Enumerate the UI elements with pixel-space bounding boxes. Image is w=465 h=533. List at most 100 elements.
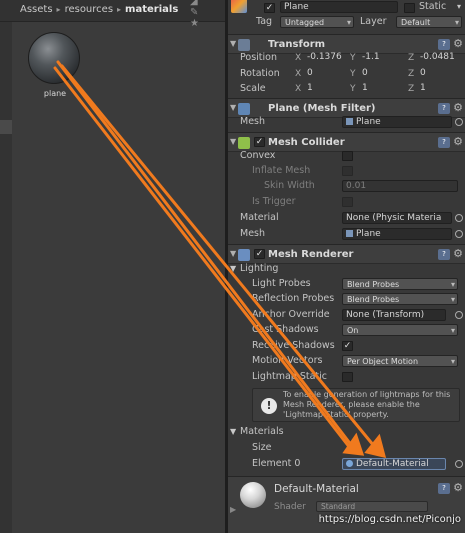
foldout-arrow-icon[interactable]: ▼: [230, 137, 236, 146]
info-icon: !: [261, 398, 277, 414]
z-axis-label: Z: [408, 69, 415, 79]
foldout-arrow-icon[interactable]: ▼: [230, 424, 236, 440]
rotation-y-field[interactable]: 0: [359, 68, 401, 80]
anchor-override-field[interactable]: None (Transform): [342, 309, 446, 321]
lightmap-static-row: Lightmap Static: [228, 369, 465, 385]
lightmap-info-text: To enable generation of lightmaps for th…: [283, 390, 451, 419]
help-book-icon[interactable]: ?: [438, 39, 450, 50]
object-name-field[interactable]: Plane: [280, 1, 398, 13]
position-y-field[interactable]: -1.1: [359, 52, 401, 64]
position-z-field[interactable]: -0.0481: [417, 52, 463, 64]
anchor-override-row: Anchor Override None (Transform): [228, 307, 465, 323]
foldout-arrow-icon[interactable]: ▶: [230, 505, 236, 514]
help-book-icon[interactable]: ?: [438, 103, 450, 114]
object-picker-icon[interactable]: [455, 460, 463, 468]
rotation-x-field[interactable]: 0: [304, 68, 346, 80]
foldout-arrow-icon[interactable]: ▼: [230, 103, 236, 112]
cast-shadows-dropdown[interactable]: On: [342, 324, 458, 336]
light-probes-row: Light Probes Blend Probes: [228, 276, 465, 292]
collider-material-row: Material None (Physic Materia: [228, 210, 465, 226]
z-axis-label: Z: [408, 53, 415, 63]
folder-tree-selection[interactable]: [0, 120, 12, 134]
collider-mesh-field[interactable]: Plane: [342, 228, 452, 240]
chevron-down-icon[interactable]: ▾: [457, 0, 461, 15]
position-label: Position: [240, 52, 277, 63]
breadcrumb: Assets ▸ resources ▸ materials: [20, 4, 178, 15]
gear-icon[interactable]: ⚙: [453, 247, 463, 260]
light-probes-label: Light Probes: [252, 278, 311, 289]
mesh-icon: [346, 230, 353, 237]
rotation-z-field[interactable]: 0: [417, 68, 463, 80]
inflate-mesh-label: Inflate Mesh: [252, 165, 311, 176]
motion-vectors-label: Motion Vectors: [252, 355, 323, 366]
inflate-mesh-row: Inflate Mesh: [228, 163, 465, 179]
help-book-icon[interactable]: ?: [438, 249, 450, 260]
shader-dropdown[interactable]: Standard: [316, 501, 428, 512]
light-probes-dropdown[interactable]: Blend Probes: [342, 278, 458, 290]
asset-label: plane: [43, 89, 67, 98]
is-trigger-row: Is Trigger: [228, 194, 465, 210]
layer-dropdown[interactable]: Default: [396, 16, 462, 28]
materials-foldout-row[interactable]: ▼ Materials: [228, 424, 465, 440]
object-picker-icon[interactable]: [455, 230, 463, 238]
position-x-field[interactable]: -0.1376: [304, 52, 346, 64]
receive-shadows-label: Receive Shadows: [252, 340, 335, 351]
active-checkbox[interactable]: ✓: [264, 3, 275, 13]
foldout-arrow-icon[interactable]: ▼: [230, 249, 236, 258]
mesh-renderer-icon: [238, 249, 250, 261]
inflate-mesh-checkbox: [342, 166, 353, 176]
gear-icon[interactable]: ⚙: [453, 37, 463, 50]
breadcrumb-materials[interactable]: materials: [125, 4, 178, 15]
breadcrumb-assets[interactable]: Assets: [20, 4, 53, 15]
layer-label: Layer: [360, 16, 387, 27]
lightmap-static-checkbox[interactable]: [342, 372, 353, 382]
gameobject-cube-icon: [231, 0, 247, 13]
scale-x-field[interactable]: 1: [304, 83, 346, 95]
mesh-collider-title: Mesh Collider: [268, 137, 345, 148]
breadcrumb-resources[interactable]: resources: [65, 4, 113, 15]
scale-y-field[interactable]: 1: [359, 83, 401, 95]
gear-icon[interactable]: ⚙: [453, 101, 463, 114]
foldout-arrow-icon[interactable]: ▼: [230, 39, 236, 48]
motion-vectors-dropdown[interactable]: Per Object Motion: [342, 355, 458, 367]
element0-material-field[interactable]: Default-Material: [342, 458, 446, 470]
gear-icon[interactable]: ⚙: [453, 481, 463, 494]
mesh-object-field[interactable]: Plane: [342, 116, 452, 128]
project-panel: Assets ▸ resources ▸ materials ◢ ✎ ★ plane: [0, 0, 225, 533]
help-book-icon[interactable]: ?: [438, 137, 450, 148]
folder-tree-strip: [0, 0, 12, 533]
object-picker-icon[interactable]: [455, 118, 463, 126]
project-toolbar-icons[interactable]: ◢ ✎ ★: [190, 0, 225, 29]
object-picker-icon[interactable]: [455, 311, 463, 319]
renderer-enabled-checkbox[interactable]: ✓: [254, 249, 265, 259]
collider-material-field[interactable]: None (Physic Materia: [342, 212, 452, 224]
gear-icon[interactable]: ⚙: [453, 135, 463, 148]
tag-dropdown[interactable]: Untagged: [280, 16, 354, 28]
asset-item-plane[interactable]: plane: [28, 32, 82, 98]
help-book-icon[interactable]: ?: [438, 483, 450, 494]
static-checkbox[interactable]: [404, 3, 415, 13]
element0-label: Element 0: [252, 458, 301, 469]
skin-width-row: Skin Width 0.01: [228, 178, 465, 194]
y-axis-label: Y: [350, 69, 356, 79]
scale-z-field[interactable]: 1: [417, 83, 463, 95]
is-trigger-label: Is Trigger: [252, 196, 296, 207]
receive-shadows-checkbox[interactable]: ✓: [342, 341, 353, 351]
collider-mesh-value: Plane: [356, 229, 381, 239]
lighting-foldout-row[interactable]: ▼ Lighting: [228, 261, 465, 277]
cast-shadows-label: Cast Shadows: [252, 324, 319, 335]
collider-enabled-checkbox[interactable]: ✓: [254, 137, 265, 147]
tag-label: Tag: [256, 16, 273, 27]
inspector-panel: ✓ Plane Static ▾ Tag Untagged Layer Defa…: [228, 0, 465, 533]
tag-layer-row: Tag Untagged Layer Default: [228, 14, 465, 30]
shader-label: Shader: [274, 502, 306, 512]
materials-size-row: Size: [228, 440, 465, 456]
reflection-probes-row: Reflection Probes Blend Probes: [228, 291, 465, 307]
breadcrumb-bar: Assets ▸ resources ▸ materials ◢ ✎ ★: [0, 0, 225, 29]
reflection-probes-dropdown[interactable]: Blend Probes: [342, 293, 458, 305]
convex-checkbox[interactable]: [342, 151, 353, 161]
mesh-filter-title: Plane (Mesh Filter): [268, 103, 376, 114]
foldout-arrow-icon[interactable]: ▼: [230, 261, 236, 277]
object-picker-icon[interactable]: [455, 214, 463, 222]
mesh-value: Plane: [356, 117, 381, 127]
